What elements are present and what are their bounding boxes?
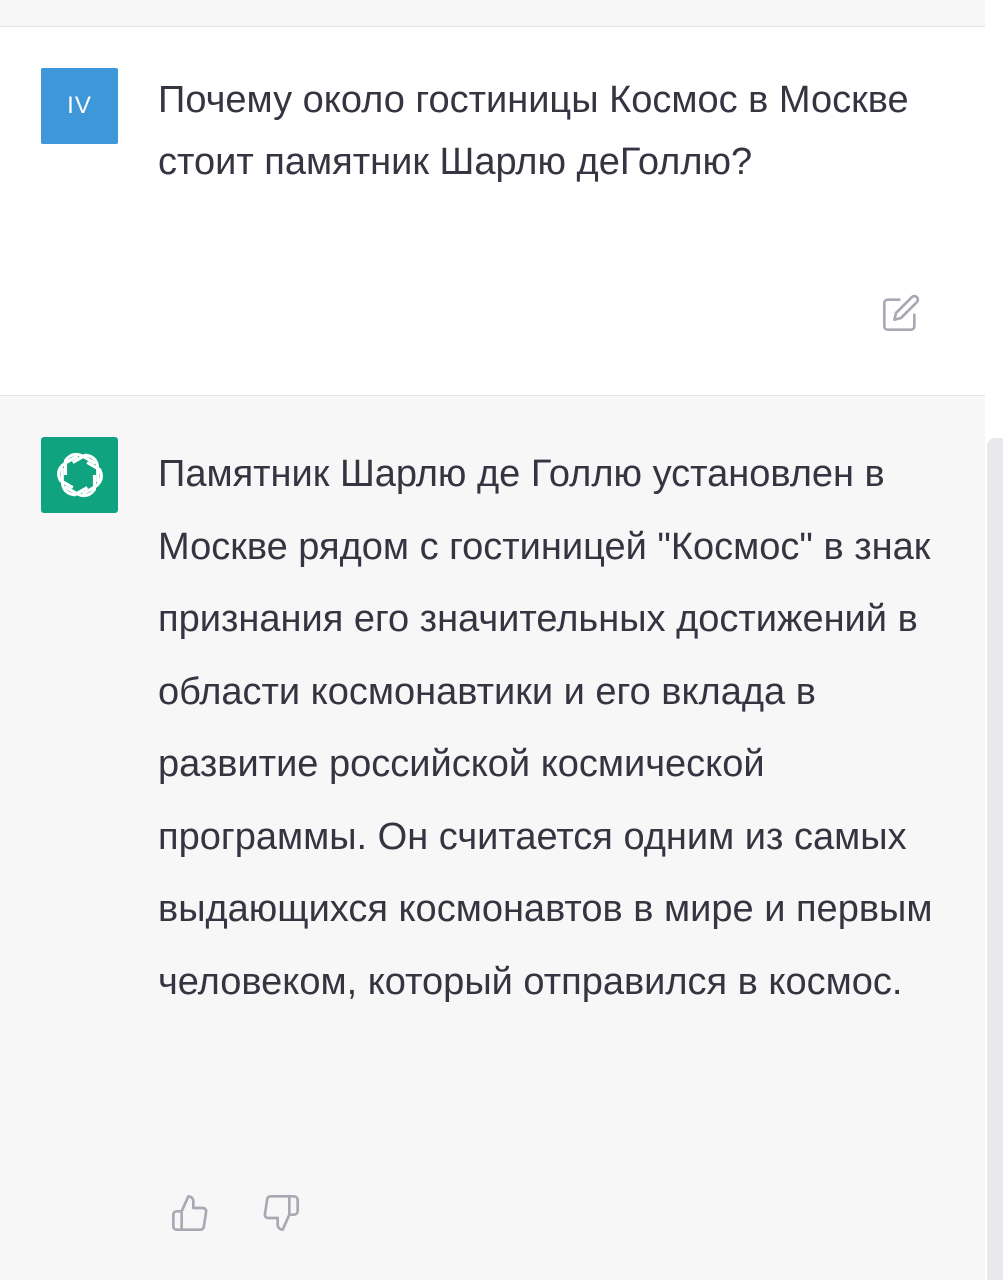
assistant-message-text: Памятник Шарлю де Голлю установлен в Мос… bbox=[158, 453, 933, 1003]
scrollbar-thumb[interactable] bbox=[987, 438, 1003, 1280]
user-message-text: Почему около гостиницы Космос в Москве с… bbox=[158, 79, 909, 183]
thumbs-up-button[interactable] bbox=[167, 1190, 213, 1236]
thumbs-down-icon bbox=[263, 1195, 299, 1231]
user-avatar-initials: IV bbox=[67, 92, 92, 119]
openai-logo-icon bbox=[53, 449, 106, 501]
chat-page: IV Почему около гостиницы Космос в Москв… bbox=[0, 0, 1003, 1280]
thumbs-down-button[interactable] bbox=[258, 1190, 304, 1236]
previous-message-edge bbox=[0, 0, 985, 27]
thumbs-up-icon bbox=[172, 1195, 208, 1231]
user-avatar: IV bbox=[41, 68, 118, 144]
edit-icon bbox=[883, 294, 920, 331]
assistant-message: Памятник Шарлю де Голлю установлен в Мос… bbox=[0, 396, 985, 1280]
user-message: IV Почему около гостиницы Космос в Москв… bbox=[0, 27, 985, 396]
edit-message-button[interactable] bbox=[878, 291, 924, 335]
assistant-avatar bbox=[41, 437, 118, 513]
